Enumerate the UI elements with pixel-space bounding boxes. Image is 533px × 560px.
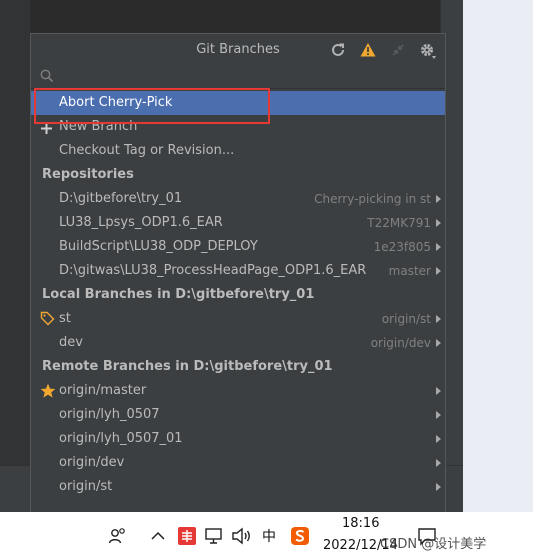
repository-row[interactable]: D:\gitwas\LU38_ProcessHeadPage_ODP1.6_EA… <box>31 259 445 283</box>
branch-name: dev <box>59 335 83 350</box>
branch-name: origin/lyh_0507_01 <box>59 431 183 446</box>
remote-branch-row[interactable]: origin/lyh_0507 <box>31 403 445 427</box>
search-icon <box>40 69 54 87</box>
app-tray-icon[interactable] <box>177 526 197 550</box>
annotation-highlight-box <box>34 88 270 124</box>
refresh-icon[interactable] <box>330 42 346 58</box>
repository-status: T22MK791 <box>367 216 431 230</box>
repositories-header: Repositories <box>42 167 134 182</box>
branch-name: origin/master <box>59 383 147 398</box>
repository-status: master <box>388 264 431 278</box>
repository-name: LU38_Lpsys_ODP1.6_EAR <box>59 215 223 230</box>
warning-icon[interactable] <box>360 42 376 58</box>
submenu-arrow-icon <box>436 195 441 203</box>
remote-branches-header: Remote Branches in D:\gitbefore\try_01 <box>42 359 333 374</box>
clock-time[interactable]: 18:16 <box>342 516 379 531</box>
checkout-tag-item[interactable]: Checkout Tag or Revision... <box>31 139 445 163</box>
sogou-input-icon[interactable] <box>290 526 310 550</box>
tracking-branch: origin/st <box>381 312 431 326</box>
submenu-arrow-icon <box>436 459 441 467</box>
remote-branch-row[interactable]: origin/lyh_0507_01 <box>31 427 445 451</box>
submenu-arrow-icon <box>436 387 441 395</box>
collapse-icon[interactable] <box>390 42 406 58</box>
popup-title: Git Branches <box>196 42 280 57</box>
branch-name: origin/dev <box>59 455 125 470</box>
submenu-arrow-icon <box>436 435 441 443</box>
search-row <box>31 66 445 89</box>
volume-icon[interactable] <box>231 526 253 550</box>
gear-icon[interactable] <box>419 42 436 59</box>
remote-branch-row[interactable]: origin/dev <box>31 451 445 475</box>
repository-name: D:\gitbefore\try_01 <box>59 191 183 206</box>
branch-name: st <box>59 311 71 326</box>
ime-indicator[interactable]: 中 <box>262 526 276 546</box>
branch-name: origin/lyh_0507 <box>59 407 160 422</box>
search-input[interactable] <box>55 67 439 89</box>
side-panel <box>463 0 533 512</box>
local-branch-row[interactable]: dev origin/dev <box>31 331 445 355</box>
repository-status: 1e23f805 <box>373 240 431 254</box>
popup-header: Git Branches <box>31 34 445 66</box>
remote-branch-row[interactable]: origin/master <box>31 379 445 403</box>
submenu-arrow-icon <box>436 267 441 275</box>
notification-icon[interactable] <box>417 526 437 550</box>
repository-row[interactable]: LU38_Lpsys_ODP1.6_EAR T22MK791 <box>31 211 445 235</box>
checkout-tag-label: Checkout Tag or Revision... <box>59 143 235 158</box>
repository-name: D:\gitwas\LU38_ProcessHeadPage_ODP1.6_EA… <box>59 263 367 278</box>
repository-row[interactable]: D:\gitbefore\try_01 Cherry-picking in st <box>31 187 445 211</box>
submenu-arrow-icon <box>436 339 441 347</box>
repository-row[interactable]: BuildScript\LU38_ODP_DEPLOY 1e23f805 <box>31 235 445 259</box>
network-icon[interactable] <box>204 526 224 550</box>
submenu-arrow-icon <box>436 219 441 227</box>
chevron-up-icon[interactable] <box>150 528 166 548</box>
tracking-branch: origin/dev <box>370 336 431 350</box>
repository-status: Cherry-picking in st <box>314 192 431 206</box>
repository-name: BuildScript\LU38_ODP_DEPLOY <box>59 239 258 254</box>
local-branches-header: Local Branches in D:\gitbefore\try_01 <box>42 287 315 302</box>
submenu-arrow-icon <box>436 315 441 323</box>
people-icon[interactable] <box>108 526 128 550</box>
ide-gutter <box>0 0 30 465</box>
submenu-arrow-icon <box>436 483 441 491</box>
remote-branch-row[interactable]: origin/st <box>31 475 445 499</box>
local-branch-row[interactable]: st origin/st <box>31 307 445 331</box>
branch-name: origin/st <box>59 479 113 494</box>
submenu-arrow-icon <box>436 243 441 251</box>
windows-taskbar: 中 18:16 2022/12/14 CSDN @设计美学 <box>0 512 533 560</box>
submenu-arrow-icon <box>436 411 441 419</box>
